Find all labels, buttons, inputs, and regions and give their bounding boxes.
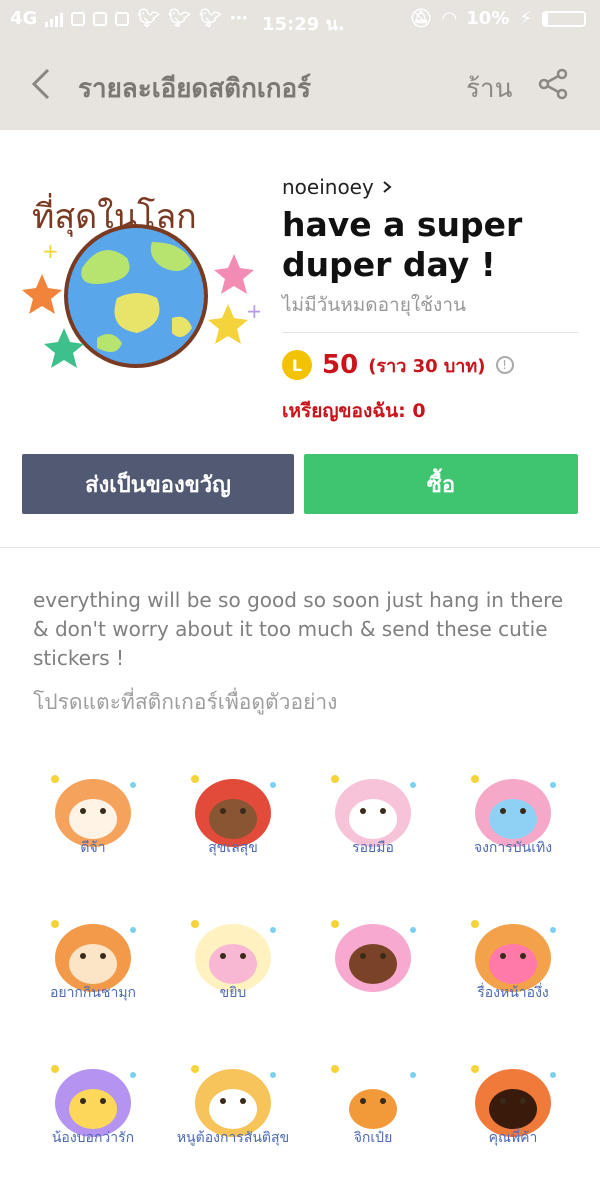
sticker-image <box>331 920 416 992</box>
network-label: 4G <box>10 8 38 29</box>
author-name: noeinoey <box>282 175 374 199</box>
sticker-caption: จงการบันเทิง <box>473 840 553 856</box>
buy-button[interactable]: ซื้อ <box>304 454 578 514</box>
sticker-item[interactable]: รื่องหน้าองึ่ง <box>453 900 573 1020</box>
line-notification-icon <box>71 11 86 26</box>
price-amount: 50 <box>322 350 359 380</box>
twitter-icon: 🐦︎ <box>168 8 192 29</box>
section-divider <box>0 547 600 548</box>
mute-icon: 🔕︎ <box>409 8 433 29</box>
wifi-icon: ◠ <box>442 8 457 29</box>
sticker-item[interactable]: น้องบอกว่ารัก <box>33 1045 153 1165</box>
product-header: ที่สุดในโลก + + noeinoey have a super du… <box>0 130 600 547</box>
sticker-caption: อยากกินชามุก <box>49 985 137 1001</box>
clock: 15:29 น. <box>262 14 345 35</box>
sticker-item[interactable]: สุขเลสุข <box>173 755 293 875</box>
sticker-caption: รื่องหน้าองึ่ง <box>477 985 549 1001</box>
validity-text: ไม่มีวันหมดอายุใช้งาน <box>282 294 466 316</box>
chevron-left-icon <box>31 68 50 100</box>
preview-hint: โปรดแตะที่สติกเกอร์เพื่อดูตัวอย่าง <box>33 690 338 714</box>
page-title: รายละเอียดสติกเกอร์ <box>78 74 312 104</box>
sticker-item[interactable]: จิกเป๋ย <box>313 1045 433 1165</box>
sticker-title: have a super duper day ! <box>282 205 523 284</box>
price-row: L 50 (ราว 30 บาท) ! <box>282 350 514 380</box>
more-notifications-icon: ⋯ <box>229 8 248 29</box>
top-bar: รายละเอียดสติกเกอร์ ร้าน <box>0 40 600 130</box>
sticker-item[interactable]: คุณพี่ค้า <box>453 1045 573 1165</box>
sticker-caption: รอยมือ <box>352 840 394 856</box>
line-coin-icon: L <box>282 350 312 380</box>
share-button[interactable] <box>538 68 568 100</box>
battery-icon <box>542 10 586 27</box>
info-icon[interactable]: ! <box>495 356 514 374</box>
svg-text:+: + <box>42 239 59 263</box>
sticker-item[interactable]: รอยมือ <box>313 755 433 875</box>
shop-button[interactable]: ร้าน <box>466 68 512 109</box>
sticker-description: everything will be so good so soon just … <box>33 588 564 670</box>
signal-icon <box>45 11 64 27</box>
sticker-caption: คุณพี่ค้า <box>488 1130 538 1146</box>
sticker-caption: หนูต้องการสันติสุข <box>176 1130 290 1146</box>
twitter-icon: 🐦︎ <box>137 8 161 29</box>
sticker-item[interactable]: หนูต้องการสันติสุข <box>173 1045 293 1165</box>
charging-icon: ⚡︎ <box>519 8 532 29</box>
chevron-right-icon <box>383 181 392 193</box>
sticker-item[interactable]: อยากกินชามุก <box>33 900 153 1020</box>
sticker-caption: ดีจ้า <box>80 840 106 856</box>
battery-percent: 10% <box>466 8 510 29</box>
divider <box>282 332 578 333</box>
share-icon <box>538 68 568 100</box>
sticker-item[interactable] <box>313 900 433 1020</box>
sticker-caption: จิกเป๋ย <box>353 1130 393 1146</box>
price-approx: (ราว 30 บาท) <box>368 355 486 377</box>
svg-text:+: + <box>246 299 260 323</box>
sticker-caption: สุขเลสุข <box>208 840 258 856</box>
sticker-item[interactable]: ดีจ้า <box>33 755 153 875</box>
author-link[interactable]: noeinoey <box>282 175 392 199</box>
status-bar: 4G 🐦︎ 🐦︎ 🐦︎ ⋯ 15:29 น. 🔕︎ ◠ 10% ⚡︎ <box>0 0 600 40</box>
twitter-icon: 🐦︎ <box>199 8 222 29</box>
my-coins: เหรียญของฉัน: 0 <box>282 400 426 422</box>
mail-icon <box>115 11 130 26</box>
sticker-item[interactable]: ขยิบ <box>173 900 293 1020</box>
notification-icon <box>93 11 108 26</box>
sticker-caption: ขยิบ <box>219 985 247 1001</box>
sticker-caption: น้องบอกว่ารัก <box>51 1130 135 1146</box>
sticker-item[interactable]: จงการบันเทิง <box>453 755 573 875</box>
back-button[interactable] <box>30 66 60 106</box>
send-gift-button[interactable]: ส่งเป็นของขวัญ <box>22 454 294 514</box>
